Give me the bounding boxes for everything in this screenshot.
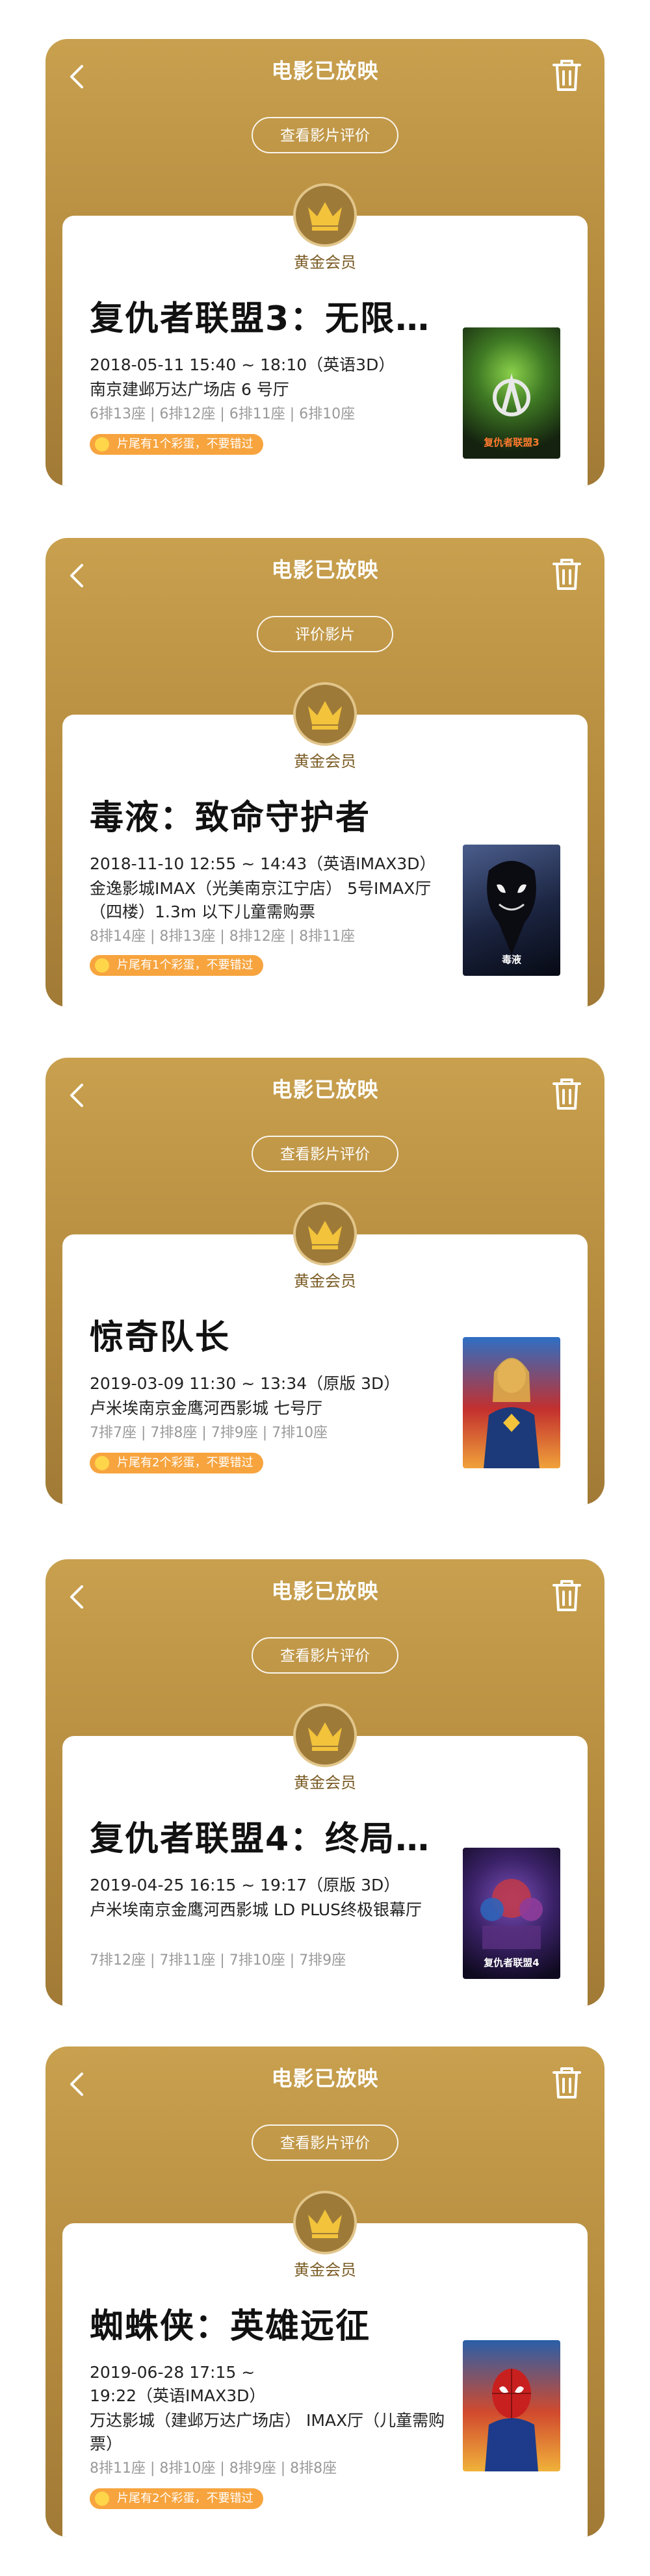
cinema-hall: 南京建邺万达广场店 6 号厅: [90, 380, 289, 399]
ticket-card: 电影已放映 评价影片 黄金会员 毒液：致命守护者 2018-11-10 12:5…: [46, 538, 604, 1007]
easter-egg-text: 片尾有2个彩蛋，不要错过: [117, 2492, 254, 2505]
card-header: 电影已放映: [46, 39, 604, 117]
movie-title[interactable]: 复仇者联盟3：无限…: [90, 299, 454, 339]
trash-icon[interactable]: [550, 1577, 584, 1614]
page-title: 电影已放映: [271, 1579, 379, 1603]
crown-icon: [293, 183, 357, 247]
captain-marvel-figure-icon: [484, 1358, 540, 1468]
movie-title[interactable]: 复仇者联盟4：终局…: [90, 1819, 454, 1859]
card-header: 电影已放映: [46, 538, 604, 616]
membership-tier: 黄金会员: [294, 2261, 356, 2279]
poster-caption: 复仇者联盟3: [484, 437, 540, 448]
ticket-card: 电影已放映 查看影片评价 黄金会员 复仇者联盟3：无限… 2018-05-11 …: [46, 39, 604, 486]
movie-title[interactable]: 惊奇队长: [90, 1318, 454, 1358]
ticket-card: 电影已放映 查看影片评价 黄金会员 惊奇队长 2019-03-09 11:30 …: [46, 1058, 604, 1505]
crown-icon: [293, 682, 357, 746]
view-review-button[interactable]: 查看影片评价: [252, 117, 398, 153]
cinema-hall: 万达影城（建邺万达广场店） IMAX厅（儿童需购票）: [90, 2411, 445, 2453]
easter-egg-tag: 片尾有1个彩蛋，不要错过: [90, 434, 264, 455]
seat-list: 6排13座 | 6排12座 | 6排11座 | 6排10座: [90, 406, 356, 422]
membership-tier: 黄金会员: [294, 253, 356, 272]
trash-icon[interactable]: [550, 1076, 584, 1112]
movie-title[interactable]: 毒液：致命守护者: [90, 798, 454, 838]
page-title: 电影已放映: [271, 58, 379, 83]
seat-list: 7排7座 | 7排8座 | 7排9座 | 7排10座: [90, 1425, 328, 1441]
egg-icon: [95, 958, 109, 973]
cinema-hall: 金逸影城IMAX（光美南京江宁店） 5号IMAX厅（四楼）1.3m 以下儿童需购…: [90, 879, 432, 921]
egg-icon: [95, 1456, 109, 1470]
seat-list: 7排12座 | 7排11座 | 7排10座 | 7排9座: [90, 1952, 346, 1969]
ticket-body: 黄金会员 惊奇队长 2019-03-09 11:30 ~ 13:34（原版 3D…: [62, 1202, 588, 1505]
avengers-infinity-war-poster[interactable]: 复仇者联盟3: [463, 327, 560, 459]
page-title: 电影已放映: [271, 1077, 379, 1102]
venom-poster[interactable]: 毒液: [463, 845, 560, 976]
ticket-body: 黄金会员 毒液：致命守护者 2018-11-10 12:55 ~ 14:43（英…: [62, 682, 588, 1007]
showtime: 2019-06-28 17:15 ~ 19:22（英语IMAX3D）: [90, 2363, 266, 2405]
page-title: 电影已放映: [271, 2066, 379, 2091]
egg-icon: [95, 437, 109, 452]
easter-egg-tag: 片尾有1个彩蛋，不要错过: [90, 955, 264, 976]
crown-icon: [293, 1202, 357, 1266]
ticket-card: 电影已放映 查看影片评价 黄金会员 蜘蛛侠：英雄远征 2019-06-28 17…: [46, 2047, 604, 2537]
rate-movie-button[interactable]: 评价影片: [257, 616, 393, 652]
showtime: 2019-04-25 16:15 ~ 19:17（原版 3D）: [90, 1876, 400, 1894]
easter-egg-text: 片尾有1个彩蛋，不要错过: [117, 958, 254, 972]
membership-tier: 黄金会员: [294, 1272, 356, 1290]
egg-icon: [95, 2492, 109, 2506]
ticket-body: 黄金会员 蜘蛛侠：英雄远征 2019-06-28 17:15 ~ 19:22（英…: [62, 2191, 588, 2537]
ticket-body: 黄金会员 复仇者联盟4：终局… 2019-04-25 16:15 ~ 19:17…: [62, 1703, 588, 2006]
cinema-hall: 卢米埃南京金鹰河西影城 七号厅: [90, 1399, 322, 1418]
trash-icon[interactable]: [550, 556, 584, 593]
easter-egg-text: 片尾有2个彩蛋，不要错过: [117, 1456, 254, 1470]
easter-egg-text: 片尾有1个彩蛋，不要错过: [117, 437, 254, 451]
seat-list: 8排11座 | 8排10座 | 8排9座 | 8排8座: [90, 2460, 337, 2477]
crown-icon: [293, 2191, 357, 2254]
ticket-body: 黄金会员 复仇者联盟3：无限… 2018-05-11 15:40 ~ 18:10…: [62, 183, 588, 486]
seat-list: 8排14座 | 8排13座 | 8排12座 | 8排11座: [90, 928, 356, 945]
easter-egg-tag: 片尾有2个彩蛋，不要错过: [90, 1453, 264, 1473]
poster-caption: 毒液: [501, 954, 521, 965]
spider-man-far-from-home-poster[interactable]: [463, 2340, 560, 2471]
card-header: 电影已放映: [46, 1058, 604, 1136]
trash-icon[interactable]: [550, 2065, 584, 2101]
avengers-endgame-poster[interactable]: 复仇者联盟4: [463, 1848, 560, 1979]
card-header: 电影已放映: [46, 1559, 604, 1637]
showtime: 2018-11-10 12:55 ~ 14:43（英语IMAX3D）: [90, 854, 436, 873]
membership-tier: 黄金会员: [294, 1774, 356, 1792]
view-review-button[interactable]: 查看影片评价: [252, 1637, 398, 1674]
view-review-button[interactable]: 查看影片评价: [252, 2124, 398, 2161]
spider-man-figure-icon: [485, 2369, 538, 2471]
trash-icon[interactable]: [550, 57, 584, 94]
cinema-hall: 卢米埃南京金鹰河西影城 LD PLUS终极银幕厅: [90, 1900, 422, 1919]
showtime: 2018-05-11 15:40 ~ 18:10（英语3D）: [90, 355, 395, 374]
view-review-button[interactable]: 查看影片评价: [252, 1136, 398, 1172]
membership-tier: 黄金会员: [294, 752, 356, 771]
showtime: 2019-03-09 11:30 ~ 13:34（原版 3D）: [90, 1374, 400, 1393]
captain-marvel-poster[interactable]: [463, 1337, 560, 1468]
poster-caption: 复仇者联盟4: [484, 1957, 540, 1969]
crown-icon: [293, 1703, 357, 1767]
card-header: 电影已放映: [46, 2047, 604, 2124]
ticket-card: 电影已放映 查看影片评价 黄金会员 复仇者联盟4：终局… 2019-04-25 …: [46, 1559, 604, 2006]
page-title: 电影已放映: [271, 557, 379, 582]
easter-egg-tag: 片尾有2个彩蛋，不要错过: [90, 2488, 264, 2509]
movie-title[interactable]: 蜘蛛侠：英雄远征: [90, 2306, 454, 2347]
